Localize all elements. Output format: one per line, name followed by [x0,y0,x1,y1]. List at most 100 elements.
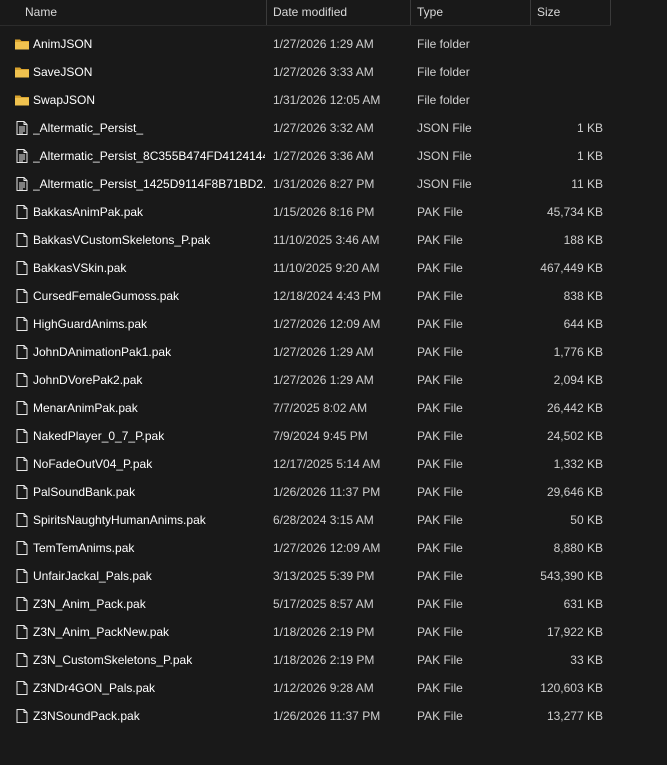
file-name: AnimJSON [33,37,93,51]
file-size: 2,094 KB [553,373,603,387]
file-size: 467,449 KB [540,261,603,275]
file-type: PAK File [417,373,463,387]
file-row[interactable]: Z3N_CustomSkeletons_P.pak 1/18/2026 2:19 … [0,646,611,674]
file-type: PAK File [417,233,463,247]
blank-file-icon [14,540,30,556]
blank-file-icon [14,456,30,472]
file-type: File folder [417,65,470,79]
file-date-modified: 1/15/2026 8:16 PM [273,205,375,219]
file-date-modified: 6/28/2024 3:15 AM [273,513,374,527]
file-type: PAK File [417,681,463,695]
file-row[interactable]: JohnDVorePak2.pak 1/27/2026 1:29 AM PAK Fi… [0,366,611,394]
file-date-modified: 1/27/2026 3:36 AM [273,149,374,163]
file-row[interactable]: NoFadeOutV04_P.pak 12/17/2025 5:14 AM PAK … [0,450,611,478]
file-date-modified: 5/17/2025 8:57 AM [273,597,374,611]
file-list: AnimJSON 1/27/2026 1:29 AM File folder Save… [0,30,667,730]
file-row[interactable]: _Altermatic_Persist_8C355B474FD4124144..… [0,142,611,170]
blank-file-icon [14,204,30,220]
file-row[interactable]: BakkasVCustomSkeletons_P.pak 11/10/2025 3… [0,226,611,254]
file-date-modified: 1/27/2026 1:29 AM [273,345,374,359]
file-date-modified: 3/13/2025 5:39 PM [273,569,375,583]
folder-icon [14,64,30,80]
file-row[interactable]: JohnDAnimationPak1.pak 1/27/2026 1:29 AM P… [0,338,611,366]
file-date-modified: 12/18/2024 4:43 PM [273,289,382,303]
blank-file-icon [14,372,30,388]
file-row[interactable]: MenarAnimPak.pak 7/7/2025 8:02 AM PAK File… [0,394,611,422]
file-name: TemTemAnims.pak [33,541,135,555]
file-row[interactable]: Z3NSoundPack.pak 1/26/2026 11:37 PM PAK Fi… [0,702,611,730]
file-size [531,30,603,58]
file-size: 33 KB [570,653,603,667]
file-row[interactable]: SpiritsNaughtyHumanAnims.pak 6/28/2024 3:… [0,506,611,534]
file-name: SwapJSON [33,93,96,107]
file-name: PalSoundBank.pak [33,485,136,499]
file-size [531,58,603,86]
file-size: 29,646 KB [546,485,603,499]
file-row[interactable]: CursedFemaleGumoss.pak 12/18/2024 4:43 PM… [0,282,611,310]
file-date-modified: 7/7/2025 8:02 AM [273,401,368,415]
blank-file-icon [14,708,30,724]
file-date-modified: 1/18/2026 2:19 PM [273,625,375,639]
file-date-modified: 1/26/2026 11:37 PM [273,709,381,723]
file-size: 1 KB [576,121,603,135]
file-type: PAK File [417,597,463,611]
file-explorer: ^ Name Date modified Type Size AnimJSON 1… [0,0,667,765]
file-name: SaveJSON [33,65,93,79]
file-row[interactable]: AnimJSON 1/27/2026 1:29 AM File folder [0,30,611,58]
file-row[interactable]: _Altermatic_Persist_ 1/27/2026 3:32 AM JSO… [0,114,611,142]
file-type: PAK File [417,569,463,583]
blank-file-icon [14,568,30,584]
file-name: UnfairJackal_Pals.pak [33,569,152,583]
file-row[interactable]: Z3N_Anim_Pack.pak 5/17/2025 8:57 AM PAK Fi… [0,590,611,618]
column-header-name[interactable]: Name [19,0,267,25]
file-row[interactable]: NakedPlayer_0_7_P.pak 7/9/2024 9:45 PM PAK… [0,422,611,450]
file-type: JSON File [417,121,472,135]
file-row[interactable]: SwapJSON 1/31/2026 12:05 AM File folder [0,86,611,114]
column-header-type[interactable]: Type [411,0,531,25]
column-header-size[interactable]: Size [531,0,611,25]
file-date-modified: 11/10/2025 9:20 AM [273,261,380,275]
file-size: 1,776 KB [553,345,603,359]
file-size: 13,277 KB [546,709,603,723]
file-size: 120,603 KB [540,681,603,695]
file-row[interactable]: BakkasVSkin.pak 11/10/2025 9:20 AM PAK Fil… [0,254,611,282]
file-type: PAK File [417,485,463,499]
file-size: 24,502 KB [546,429,603,443]
file-type: PAK File [417,709,463,723]
file-name: Z3NDr4GON_Pals.pak [33,681,156,695]
file-size: 1,332 KB [553,457,603,471]
file-row[interactable]: _Altermatic_Persist_1425D9114F8B71BD2...… [0,170,611,198]
blank-file-icon [14,400,30,416]
file-name: _Altermatic_Persist_8C355B474FD4124144..… [33,149,265,163]
file-row[interactable]: Z3NDr4GON_Pals.pak 1/12/2026 9:28 AM PAK F… [0,674,611,702]
blank-file-icon [14,484,30,500]
file-row[interactable]: PalSoundBank.pak 1/26/2026 11:37 PM PAK Fi… [0,478,611,506]
file-date-modified: 1/27/2026 1:29 AM [273,37,374,51]
file-row[interactable]: UnfairJackal_Pals.pak 3/13/2025 5:39 PM PA… [0,562,611,590]
file-type: JSON File [417,177,472,191]
file-date-modified: 11/10/2025 3:46 AM [273,233,380,247]
file-type: PAK File [417,457,463,471]
file-row[interactable]: BakkasAnimPak.pak 1/15/2026 8:16 PM PAK Fi… [0,198,611,226]
file-date-modified: 1/27/2026 12:09 AM [273,317,381,331]
file-name: BakkasVSkin.pak [33,261,127,275]
file-name: MenarAnimPak.pak [33,401,138,415]
file-row[interactable]: SaveJSON 1/27/2026 3:33 AM File folder [0,58,611,86]
file-size: 26,442 KB [546,401,603,415]
file-row[interactable]: TemTemAnims.pak 1/27/2026 12:09 AM PAK Fil… [0,534,611,562]
file-name: CursedFemaleGumoss.pak [33,289,180,303]
file-type: PAK File [417,401,463,415]
file-size: 17,922 KB [546,625,603,639]
file-type: PAK File [417,289,463,303]
text-file-icon [14,148,30,164]
file-row[interactable]: Z3N_Anim_PackNew.pak 1/18/2026 2:19 PM PAK… [0,618,611,646]
file-type: PAK File [417,261,463,275]
file-date-modified: 1/27/2026 12:09 AM [273,541,381,555]
blank-file-icon [14,288,30,304]
file-row[interactable]: HighGuardAnims.pak 1/27/2026 12:09 AM PAK … [0,310,611,338]
file-name: Z3N_Anim_Pack.pak [33,597,146,611]
file-type: PAK File [417,625,463,639]
file-name: NakedPlayer_0_7_P.pak [33,429,165,443]
blank-file-icon [14,652,30,668]
column-header-date-modified[interactable]: Date modified [267,0,411,25]
